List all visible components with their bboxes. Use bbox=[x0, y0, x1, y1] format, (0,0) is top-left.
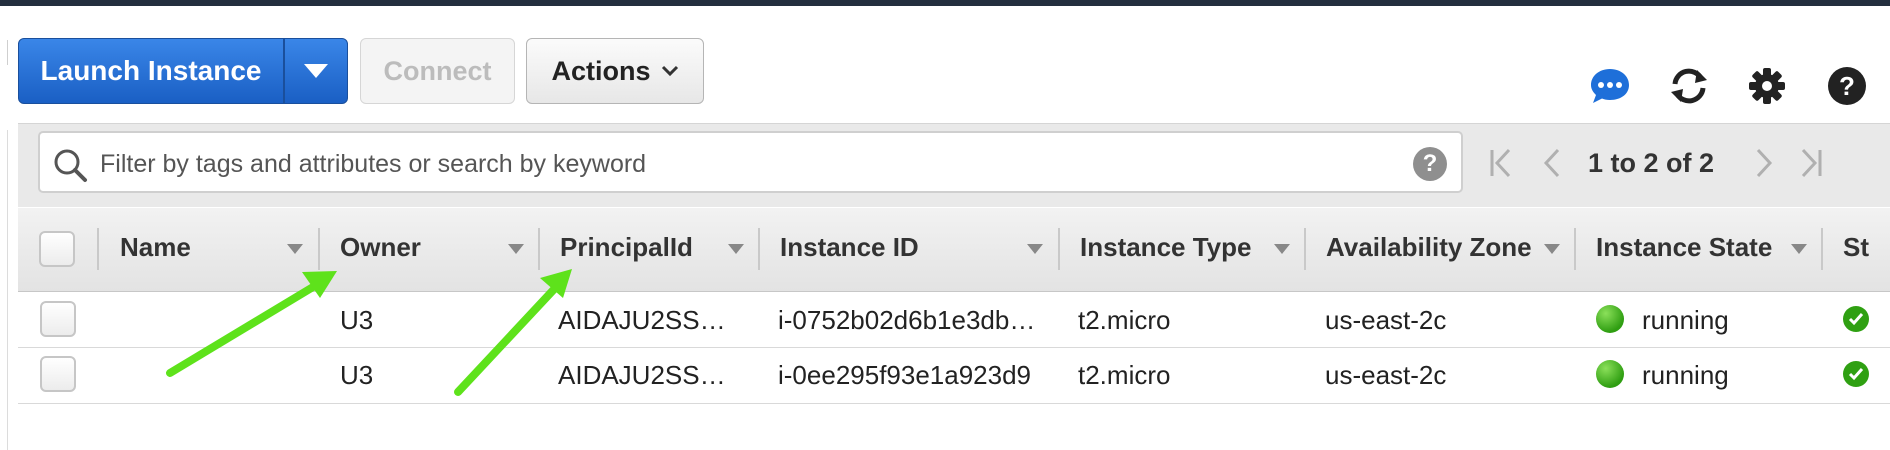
sort-caret-icon[interactable] bbox=[508, 244, 524, 254]
pagination-text: 1 to 2 of 2 bbox=[1588, 148, 1715, 178]
actions-label: Actions bbox=[551, 55, 651, 86]
status-check-ok-icon bbox=[1843, 306, 1869, 332]
first-page-icon[interactable] bbox=[1487, 146, 1517, 180]
column-header-availability-zone[interactable]: Availability Zone bbox=[1326, 232, 1532, 263]
sort-caret-icon[interactable] bbox=[1274, 244, 1290, 254]
connect-button[interactable]: Connect bbox=[360, 38, 515, 104]
top-navbar bbox=[0, 0, 1890, 6]
chevron-down-icon bbox=[661, 65, 678, 77]
sort-caret-icon[interactable] bbox=[1027, 244, 1043, 254]
column-header-principalid[interactable]: PrincipalId bbox=[560, 232, 693, 263]
chat-bubble-icon[interactable] bbox=[1588, 64, 1632, 108]
launch-instance-button-group[interactable]: Launch Instance bbox=[18, 38, 348, 104]
sort-caret-icon[interactable] bbox=[1791, 244, 1807, 254]
cell-principalid: AIDAJU2SS… bbox=[558, 360, 726, 390]
cell-instance-type: t2.micro bbox=[1078, 360, 1171, 390]
cell-availability-zone: us-east-2c bbox=[1325, 305, 1447, 335]
cell-instance-state: running bbox=[1642, 360, 1729, 390]
status-check-ok-icon bbox=[1843, 361, 1869, 387]
cell-instance-id: i-0752b02d6b1e3db… bbox=[778, 305, 1036, 335]
cell-availability-zone: us-east-2c bbox=[1325, 360, 1447, 390]
select-all-checkbox[interactable] bbox=[39, 231, 75, 267]
running-state-icon bbox=[1596, 360, 1624, 388]
launch-instance-button[interactable]: Launch Instance bbox=[19, 39, 283, 103]
column-header-instance-state[interactable]: Instance State bbox=[1596, 232, 1772, 263]
row-checkbox[interactable] bbox=[40, 356, 76, 392]
gear-icon[interactable] bbox=[1745, 64, 1789, 108]
row-checkbox[interactable] bbox=[40, 301, 76, 337]
sort-caret-icon[interactable] bbox=[287, 244, 303, 254]
last-page-icon[interactable] bbox=[1795, 146, 1825, 180]
launch-dropdown-toggle[interactable] bbox=[285, 39, 347, 103]
column-header-owner[interactable]: Owner bbox=[340, 232, 421, 263]
cell-owner: U3 bbox=[340, 305, 374, 335]
sort-caret-icon[interactable] bbox=[728, 244, 744, 254]
actions-button[interactable]: Actions bbox=[526, 38, 704, 104]
column-header-instance-id[interactable]: Instance ID bbox=[780, 232, 919, 263]
help-icon[interactable]: ? bbox=[1413, 147, 1447, 181]
cell-principalid: AIDAJU2SS… bbox=[558, 305, 726, 335]
prev-page-icon[interactable] bbox=[1538, 146, 1568, 180]
cell-instance-id: i-0ee295f93e1a923d9 bbox=[778, 360, 1032, 390]
running-state-icon bbox=[1596, 305, 1624, 333]
cell-instance-type: t2.micro bbox=[1078, 305, 1171, 335]
refresh-icon[interactable] bbox=[1667, 64, 1711, 108]
column-header-name[interactable]: Name bbox=[120, 232, 191, 263]
chevron-down-icon bbox=[304, 64, 328, 78]
cell-owner: U3 bbox=[340, 360, 374, 390]
column-header-status-checks[interactable]: St bbox=[1843, 232, 1869, 263]
help-icon[interactable]: ? bbox=[1825, 64, 1869, 108]
left-panel-border bbox=[7, 40, 8, 65]
column-header-instance-type[interactable]: Instance Type bbox=[1080, 232, 1251, 263]
search-placeholder: Filter by tags and attributes or search … bbox=[100, 150, 647, 178]
svg-text:?: ? bbox=[1839, 71, 1855, 101]
search-icon bbox=[54, 149, 87, 182]
next-page-icon[interactable] bbox=[1748, 146, 1778, 180]
sort-caret-icon[interactable] bbox=[1544, 244, 1560, 254]
search-input[interactable]: Filter by tags and attributes or search … bbox=[38, 131, 1463, 193]
left-panel-border bbox=[7, 130, 8, 450]
cell-instance-state: running bbox=[1642, 305, 1729, 335]
